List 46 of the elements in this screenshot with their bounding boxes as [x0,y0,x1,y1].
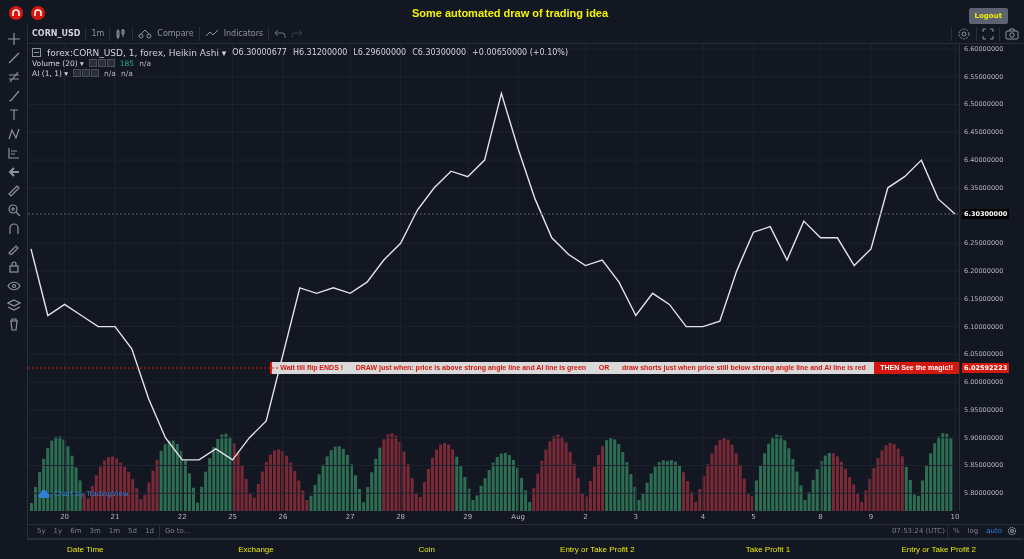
page-title: Some automated draw of trading idea [411,6,609,19]
camera-icon[interactable] [1005,27,1019,40]
emblem-icon [8,4,24,21]
candles-icon[interactable] [115,27,128,40]
column-label: Entry or Take Profit 2 [901,545,976,554]
column-label: Coin [418,545,435,554]
emblem-icon [30,4,46,21]
fib-icon[interactable] [6,70,21,84]
compare-icon[interactable] [138,28,153,39]
lock-icon[interactable] [6,260,21,274]
ohlc-label: O [232,48,239,58]
eye-icon[interactable] [6,279,21,293]
symbol-selector[interactable]: CORN_USD [32,29,81,39]
brush-icon[interactable] [6,89,21,103]
column-label: Take Profit 1 [745,545,791,554]
interval-selector[interactable]: 1m [91,29,105,39]
fullscreen-icon[interactable] [982,27,994,40]
ohlc-value: 6.30300000 [417,48,467,58]
zoom-icon[interactable] [6,203,21,217]
settings-icon[interactable] [957,26,971,41]
pattern-icon[interactable] [6,127,21,141]
ohlc-label: C [412,48,418,58]
undo-icon[interactable] [274,28,287,39]
prediction-icon[interactable] [6,146,21,160]
column-label: Date Time [67,545,104,554]
arrow-icon[interactable] [6,165,21,179]
crosshair-icon[interactable] [6,32,21,46]
ohlc-value: 6.29600000 [357,48,407,58]
column-label: Entry or Take Profit 2 [560,545,635,554]
change-value: +0.00650000 (+0.10%) [472,48,569,58]
settings-icon[interactable] [1007,525,1017,536]
ohlc-label: L [353,48,358,58]
layers-icon[interactable] [6,298,21,312]
collapse-icon[interactable] [32,48,41,58]
indicators-button[interactable]: Indicators [223,29,264,39]
cloud-icon [38,489,50,499]
column-label: Exchange [238,545,274,554]
magnet-icon[interactable] [6,222,21,236]
ohlc-label: H [292,48,299,58]
ruler-icon[interactable] [6,184,21,198]
ohlc-value: 6.30000677 [238,48,287,58]
indicators-icon[interactable] [204,28,219,39]
ohlc-value: 6.31200000 [298,48,348,58]
series-title[interactable]: forex:CORN_USD, 1, forex, Heikin Ashi ▾ [47,47,227,58]
compare-button[interactable]: Compare [157,29,194,39]
trend-line-icon[interactable] [6,51,21,65]
